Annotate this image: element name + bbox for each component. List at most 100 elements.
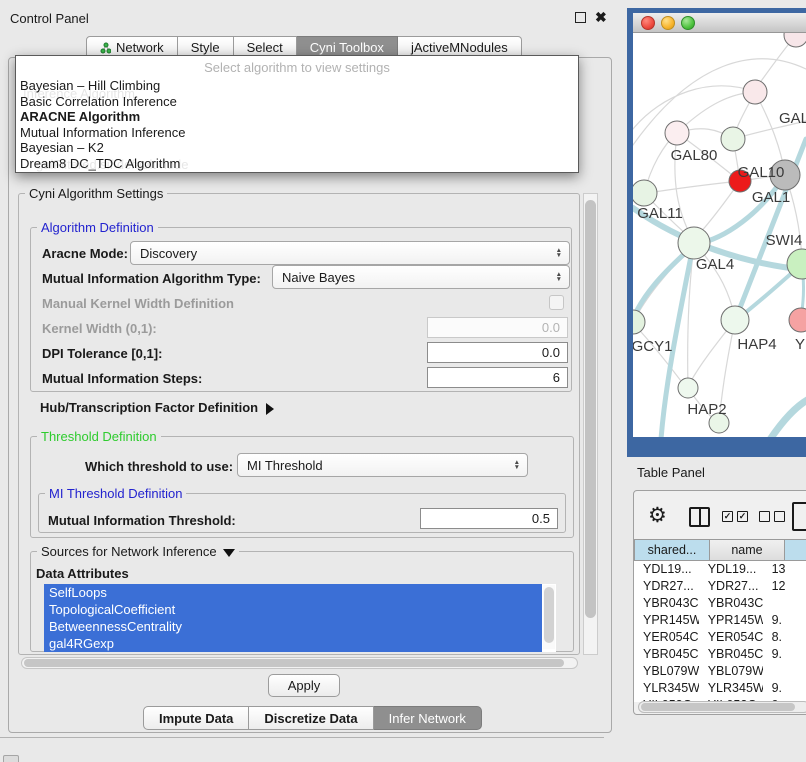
table-cell[interactable]: YPR145W	[634, 612, 699, 629]
scrollbar-thumb[interactable]	[585, 200, 596, 618]
table-cell[interactable]: YER054C	[699, 629, 763, 646]
which-threshold-label: Which threshold to use:	[85, 459, 233, 474]
tab-impute-data[interactable]: Impute Data	[143, 706, 249, 730]
table-row[interactable]: YDR27...YDR27...12	[634, 578, 806, 595]
table-cell[interactable]	[763, 663, 806, 680]
table-cell[interactable]: YBL079W	[634, 663, 699, 680]
which-threshold-select[interactable]: MI Threshold ▲▼	[237, 453, 528, 477]
table-row[interactable]: YBR045CYBR045C9.	[634, 646, 806, 663]
algorithm-option[interactable]: Basic Correlation Inference	[19, 94, 575, 110]
table-cell[interactable]: YDR27...	[699, 578, 763, 595]
algorithm-option[interactable]: Mutual Information Inference	[19, 125, 575, 141]
float-panel-icon[interactable]	[575, 12, 586, 23]
settings-vertical-scrollbar[interactable]	[583, 193, 598, 655]
kernel-width-input[interactable]: 0.0	[427, 317, 568, 338]
scrollbar-thumb[interactable]	[544, 587, 554, 643]
table-cell[interactable]: YBR045C	[634, 646, 699, 663]
close-panel-icon[interactable]: ✖	[595, 12, 607, 23]
document-icon[interactable]	[792, 502, 806, 531]
group-title: Cyni Algorithm Settings	[25, 186, 167, 201]
table-row[interactable]: YER054CYER054C8.	[634, 629, 806, 646]
algorithm-option[interactable]: Dream8 DC_TDC Algorithm	[19, 156, 575, 172]
attribute-item-selected[interactable]: SelfLoops	[44, 584, 542, 601]
attribute-item-selected[interactable]: TopologicalCoefficient	[44, 601, 542, 618]
table-row[interactable]: YLR345WYLR345W9.	[634, 680, 806, 697]
mi-threshold-input[interactable]: 0.5	[420, 508, 558, 529]
network-node-gal80[interactable]	[665, 121, 689, 145]
minimize-window-icon[interactable]	[661, 16, 675, 30]
tab-infer-network[interactable]: Infer Network	[374, 706, 482, 730]
table-cell[interactable]: 9.	[763, 680, 806, 697]
table-row[interactable]: YBL079WYBL079W	[634, 663, 806, 680]
column-header-shared[interactable]: shared...	[634, 539, 710, 561]
table-cell[interactable]: 8.	[763, 629, 806, 646]
table-cell[interactable]: YER054C	[634, 629, 699, 646]
settings-horizontal-scrollbar[interactable]	[21, 657, 578, 669]
algorithm-option[interactable]: Bayesian – K2	[19, 140, 575, 156]
apply-button[interactable]: Apply	[268, 674, 340, 697]
aracne-mode-select[interactable]: Discovery ▲▼	[130, 241, 570, 265]
selected-value: Discovery	[140, 246, 197, 261]
table-cell[interactable]: YLR345W	[699, 680, 763, 697]
network-node-hap2[interactable]	[678, 378, 698, 398]
table-cell[interactable]: 9.	[763, 646, 806, 663]
kernel-width-label: Kernel Width (0,1):	[42, 321, 157, 336]
network-node-gal11[interactable]	[633, 180, 657, 206]
tab-discretize-data[interactable]: Discretize Data	[249, 706, 373, 730]
list-scrollbar[interactable]	[543, 585, 555, 649]
checked-boxes-icon[interactable]: ✓✓	[722, 511, 748, 522]
table-cell[interactable]: YPR145W	[699, 612, 763, 629]
hub-definition-toggle[interactable]: Hub/Transcription Factor Definition	[40, 400, 274, 415]
table-cell[interactable]: YDR27...	[634, 578, 699, 595]
table-cell[interactable]: YLR345W	[634, 680, 699, 697]
column-header-cut[interactable]	[785, 539, 806, 561]
dpi-tolerance-input[interactable]: 0.0	[427, 342, 568, 363]
network-node-hap4[interactable]	[721, 306, 749, 334]
zoom-window-icon[interactable]	[681, 16, 695, 30]
gear-icon[interactable]: ⚙	[648, 503, 667, 528]
table-horizontal-scrollbar[interactable]	[638, 701, 806, 713]
table-body[interactable]: YDL19...YDL19...13YDR27...YDR27...12YBR0…	[634, 561, 806, 702]
table-cell[interactable]: 9.	[763, 612, 806, 629]
table-row[interactable]: YBR043CYBR043C	[634, 595, 806, 612]
sources-toggle[interactable]: Sources for Network Inference	[37, 544, 239, 559]
table-cell[interactable]: YDL19...	[634, 561, 699, 578]
stepper-arrows-icon: ▲▼	[556, 248, 562, 258]
table-row[interactable]: YPR145WYPR145W9.	[634, 612, 806, 629]
node-label: GAL80	[671, 147, 718, 164]
network-node-gal10[interactable]	[721, 127, 745, 151]
node-label: HAP4	[737, 336, 776, 353]
collapse-button[interactable]	[3, 755, 19, 762]
scrollbar-thumb[interactable]	[641, 703, 795, 711]
node-label: GAL	[779, 110, 806, 127]
window-buttons: ✖	[575, 12, 607, 23]
network-node-y[interactable]	[789, 308, 806, 332]
column-header-name[interactable]: name	[710, 539, 785, 561]
table-cell[interactable]: YBR043C	[634, 595, 699, 612]
algorithm-option[interactable]: Bayesian – Hill Climbing	[19, 78, 575, 94]
table-cell[interactable]: YBR043C	[699, 595, 763, 612]
table-cell[interactable]: YBL079W	[699, 663, 763, 680]
mi-type-select[interactable]: Naive Bayes ▲▼	[272, 265, 570, 289]
columns-icon[interactable]	[689, 507, 710, 527]
mi-steps-input[interactable]: 6	[427, 367, 568, 388]
table-row[interactable]: YDL19...YDL19...13	[634, 561, 806, 578]
network-node-gal4[interactable]	[678, 227, 710, 259]
network-view-canvas[interactable]: GALGAL80GAL10GAL1GAL11GAL4SWI4GCY1HAP4YH…	[633, 33, 806, 437]
table-cell[interactable]: 13	[763, 561, 806, 578]
attribute-item-selected[interactable]: BetweennessCentrality	[44, 618, 542, 635]
unchecked-boxes-icon[interactable]	[759, 511, 785, 522]
table-cell[interactable]: 12	[763, 578, 806, 595]
network-window-titlebar[interactable]	[633, 13, 806, 33]
table-cell[interactable]: YDL19...	[699, 561, 763, 578]
scrollbar-thumb[interactable]	[24, 659, 564, 667]
table-cell[interactable]	[763, 595, 806, 612]
network-node-gcy1[interactable]	[633, 310, 645, 334]
close-window-icon[interactable]	[641, 16, 655, 30]
algorithm-option[interactable]: ARACNE Algorithm	[19, 109, 575, 125]
table-cell[interactable]: YBR045C	[699, 646, 763, 663]
attribute-item-selected[interactable]: gal4RGexp	[44, 635, 542, 652]
data-attributes-list[interactable]: SelfLoopsTopologicalCoefficientBetweenne…	[44, 584, 556, 652]
network-node-gal[interactable]	[743, 80, 767, 104]
manual-kernel-checkbox[interactable]	[549, 295, 564, 310]
